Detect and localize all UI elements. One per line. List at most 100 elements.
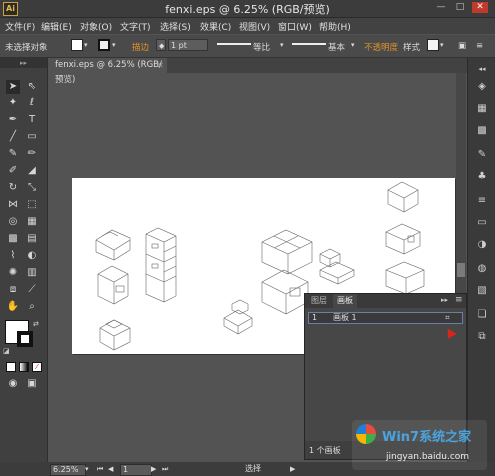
menu-select[interactable]: 选择(S) bbox=[160, 20, 191, 33]
menu-window[interactable]: 窗口(W) bbox=[278, 20, 312, 33]
type-tool-icon[interactable]: T bbox=[25, 113, 39, 127]
drawing-mode-icon[interactable]: ◉ bbox=[6, 377, 20, 391]
line-tool-icon[interactable]: ╱ bbox=[6, 130, 20, 144]
rotate-tool-icon[interactable]: ↻ bbox=[6, 181, 20, 195]
chevron-down-icon[interactable]: ▾ bbox=[84, 41, 88, 49]
profile-label[interactable]: 等比 bbox=[253, 41, 270, 53]
graphic-styles-icon[interactable]: ▧ bbox=[475, 284, 489, 298]
panel-collapse-icon[interactable]: ▸▸ bbox=[441, 296, 448, 304]
fill-swatch[interactable] bbox=[71, 39, 83, 51]
width-tool-icon[interactable]: ⋈ bbox=[6, 198, 20, 212]
rectangle-tool-icon[interactable]: ▭ bbox=[25, 130, 39, 144]
tab-artboards[interactable]: 画板 bbox=[333, 294, 357, 308]
free-transform-tool-icon[interactable]: ⬚ bbox=[25, 198, 39, 212]
stroke-weight-field[interactable]: 1 pt bbox=[168, 39, 208, 51]
gradient-mode-icon[interactable] bbox=[19, 362, 29, 372]
hand-tool-icon[interactable]: ✋ bbox=[6, 300, 20, 314]
zoom-tool-icon[interactable]: ⌕ bbox=[25, 300, 39, 314]
none-mode-icon[interactable]: ⁄ bbox=[32, 362, 42, 372]
document-tab[interactable]: fenxi.eps @ 6.25% (RGB/预览) bbox=[47, 58, 167, 85]
iso-step-small bbox=[223, 299, 253, 335]
stroke-panel-icon[interactable]: ≡ bbox=[475, 194, 489, 208]
artboards-panel-icon[interactable]: ⧉ bbox=[475, 330, 489, 344]
chevron-down-icon[interactable]: ▾ bbox=[112, 41, 116, 49]
stroke-label[interactable]: 描边 bbox=[132, 41, 149, 53]
artboard-list-item[interactable]: 1 画板 1 ⌗ bbox=[308, 312, 463, 324]
artboard-tool-icon[interactable]: ⧈ bbox=[6, 283, 20, 297]
tools-panel: ▸▸ ➤ ⇖ ✦ ℓ ✒ T ╱ ▭ ✎ ✏ ✐ ◢ ↻ ⤡ ⋈ ⬚ ◎ ▦ ▩… bbox=[0, 58, 48, 468]
color-mode-icon[interactable] bbox=[6, 362, 16, 372]
zoom-field[interactable]: 6.25% bbox=[50, 464, 86, 476]
screen-mode-icon[interactable]: ▣ bbox=[25, 377, 39, 391]
color-panel-icon[interactable]: ◈ bbox=[475, 80, 489, 94]
iso-block-2 bbox=[97, 265, 129, 305]
scale-tool-icon[interactable]: ⤡ bbox=[25, 181, 39, 195]
symbols-panel-icon[interactable]: ♣ bbox=[475, 170, 489, 184]
blob-brush-tool-icon[interactable]: ✐ bbox=[6, 164, 20, 178]
chevron-down-icon[interactable]: ▾ bbox=[440, 41, 444, 49]
chevron-down-icon[interactable]: ▾ bbox=[351, 41, 355, 49]
paintbrush-tool-icon[interactable]: ✎ bbox=[6, 147, 20, 161]
previous-artboard-icon[interactable]: ◀ bbox=[108, 464, 113, 474]
color-guide-icon[interactable]: ▦ bbox=[475, 102, 489, 116]
artboard-number-field[interactable]: 1 bbox=[120, 464, 152, 476]
menu-file[interactable]: 文件(F) bbox=[5, 20, 35, 33]
symbol-sprayer-tool-icon[interactable]: ✺ bbox=[6, 266, 20, 280]
document-setup-icon[interactable]: ▣ bbox=[458, 41, 466, 51]
status-arrow-icon[interactable]: ▶ bbox=[290, 464, 295, 474]
swap-colors-icon[interactable]: ⇄ bbox=[33, 320, 39, 328]
scrollbar-thumb[interactable] bbox=[457, 263, 465, 277]
transparency-panel-icon[interactable]: ◑ bbox=[475, 238, 489, 252]
column-graph-tool-icon[interactable]: ▥ bbox=[25, 266, 39, 280]
magic-wand-tool-icon[interactable]: ✦ bbox=[6, 96, 20, 110]
opacity-label[interactable]: 不透明度 bbox=[364, 41, 398, 53]
direct-selection-tool-icon[interactable]: ⇖ bbox=[25, 80, 39, 94]
next-artboard-icon[interactable]: ▶ bbox=[151, 464, 156, 474]
layers-panel-icon[interactable]: ❏ bbox=[475, 308, 489, 322]
tab-layers[interactable]: 图层 bbox=[307, 294, 331, 308]
selection-tool-icon[interactable]: ➤ bbox=[6, 80, 20, 94]
stroke-color-swatch[interactable] bbox=[17, 331, 33, 347]
gradient-tool-icon[interactable]: ▤ bbox=[25, 232, 39, 246]
stroke-swatch[interactable] bbox=[98, 39, 110, 51]
pencil-tool-icon[interactable]: ✏ bbox=[25, 147, 39, 161]
menu-help[interactable]: 帮助(H) bbox=[319, 20, 351, 33]
panel-menu-icon[interactable]: ≡ bbox=[455, 295, 463, 305]
maximize-button[interactable]: □ bbox=[452, 2, 468, 13]
close-tab-icon[interactable]: ✕ bbox=[157, 58, 164, 73]
mesh-tool-icon[interactable]: ▩ bbox=[6, 232, 20, 246]
last-artboard-icon[interactable]: ⏭ bbox=[162, 464, 168, 474]
swatches-panel-icon[interactable]: ▩ bbox=[475, 124, 489, 138]
pen-tool-icon[interactable]: ✒ bbox=[6, 113, 20, 127]
gradient-panel-icon[interactable]: ▭ bbox=[475, 216, 489, 230]
menu-type[interactable]: 文字(T) bbox=[120, 20, 151, 33]
panel-menu-icon[interactable]: ≡ bbox=[476, 41, 483, 51]
artboard-options-icon[interactable]: ⌗ bbox=[445, 313, 450, 323]
menu-effect[interactable]: 效果(C) bbox=[200, 20, 231, 33]
lasso-tool-icon[interactable]: ℓ bbox=[25, 96, 39, 110]
close-window-button[interactable]: ✕ bbox=[472, 2, 488, 13]
stroke-weight-stepper[interactable]: ◆ bbox=[156, 39, 166, 51]
perspective-grid-tool-icon[interactable]: ▦ bbox=[25, 215, 39, 229]
slice-tool-icon[interactable]: ⟋ bbox=[25, 283, 39, 297]
shape-builder-tool-icon[interactable]: ◎ bbox=[6, 215, 20, 229]
brushes-panel-icon[interactable]: ✎ bbox=[475, 148, 489, 162]
menu-edit[interactable]: 编辑(E) bbox=[41, 20, 72, 33]
default-colors-icon[interactable]: ◪ bbox=[3, 347, 10, 355]
chevron-down-icon[interactable]: ▾ bbox=[85, 464, 89, 474]
first-artboard-icon[interactable]: ⏮ bbox=[97, 464, 103, 474]
blend-tool-icon[interactable]: ◐ bbox=[25, 249, 39, 263]
style-swatch[interactable] bbox=[427, 39, 439, 51]
eraser-tool-icon[interactable]: ◢ bbox=[25, 164, 39, 178]
minimize-button[interactable]: — bbox=[433, 2, 449, 13]
toolbar-grip-icon[interactable]: ▸▸ bbox=[0, 58, 47, 68]
eyedropper-tool-icon[interactable]: ⌇ bbox=[6, 249, 20, 263]
artboard-index: 1 bbox=[312, 313, 318, 322]
appearance-panel-icon[interactable]: ◍ bbox=[475, 262, 489, 276]
dock-collapse-icon[interactable]: ◂◂ bbox=[475, 62, 489, 76]
brush-label[interactable]: 基本 bbox=[328, 41, 345, 53]
style-label[interactable]: 样式 bbox=[403, 41, 420, 53]
chevron-down-icon[interactable]: ▾ bbox=[280, 41, 284, 49]
menu-object[interactable]: 对象(O) bbox=[80, 20, 112, 33]
menu-view[interactable]: 视图(V) bbox=[239, 20, 270, 33]
